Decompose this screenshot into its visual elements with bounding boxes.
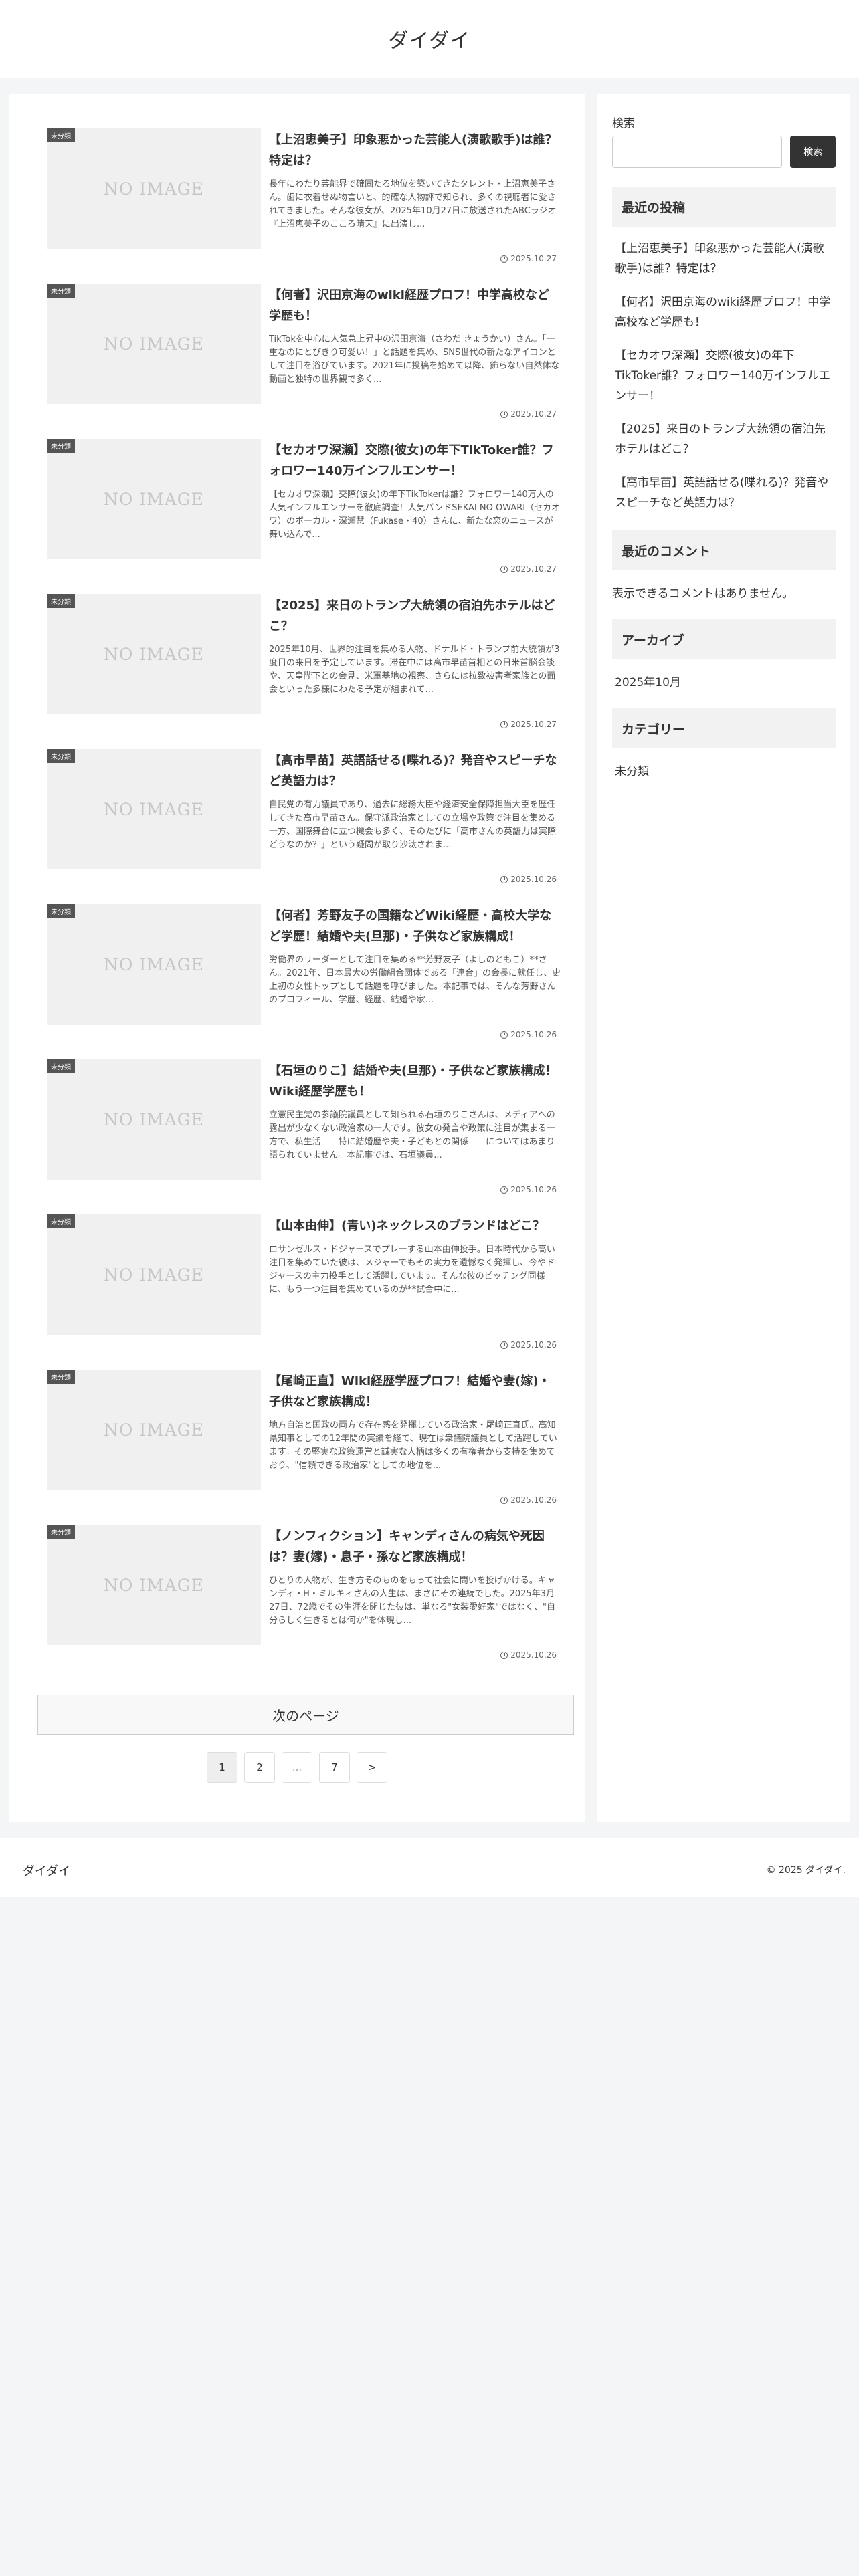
- categories-list: 未分類: [612, 762, 836, 778]
- site-title-link[interactable]: ダイダイ: [389, 24, 471, 53]
- recent-posts-title: 最近の投稿: [612, 187, 836, 227]
- category-badge: 未分類: [47, 904, 75, 918]
- archive-link[interactable]: 2025年10月: [612, 673, 836, 689]
- article-title[interactable]: 【何者】沢田京海のwiki経歴プロフ！中学高校など学歴も！: [269, 285, 561, 326]
- article-thumbnail: NO IMAGE: [47, 439, 261, 559]
- article-excerpt: ロサンゼルス・ドジャースでプレーする山本由伸投手。日本時代から高い注目を集めてい…: [269, 1245, 555, 1295]
- no-image-text: NO IMAGE: [103, 1265, 205, 1285]
- recent-post-link[interactable]: 【高市早苗】英語話せる(喋れる)？発音やスピーチなど英語力は？: [612, 470, 836, 524]
- article-title[interactable]: 【ノンフィクション】キャンディさんの病気や死因は？妻(嫁)・息子・孫など家族構成…: [269, 1526, 561, 1568]
- article-card[interactable]: NO IMAGE 未分類 【セカオワ深瀬】交際(彼女)の年下TikToker誰？…: [37, 413, 566, 574]
- category-badge: 未分類: [47, 1214, 75, 1228]
- category-badge: 未分類: [47, 1370, 75, 1384]
- category-badge: 未分類: [47, 128, 75, 142]
- no-image-text: NO IMAGE: [103, 1109, 205, 1130]
- article-excerpt: 立憲民主党の参議院議員として知られる石垣のりこさんは、メディアへの露出が少なくな…: [269, 1110, 555, 1160]
- no-image-text: NO IMAGE: [103, 644, 205, 664]
- article-date: 2025.10.26: [500, 1650, 557, 1660]
- archives-title: アーカイブ: [612, 619, 836, 659]
- search-form: 検索: [612, 136, 836, 168]
- article-card[interactable]: NO IMAGE 未分類 【山本由伸】(青い)ネックレスのブランドはどこ？ ロサ…: [37, 1189, 566, 1350]
- article-thumbnail: NO IMAGE: [47, 749, 261, 869]
- page-number-7[interactable]: 7: [319, 1752, 350, 1783]
- next-page-button[interactable]: 次のページ: [37, 1695, 574, 1735]
- no-image-text: NO IMAGE: [103, 489, 205, 509]
- category-badge: 未分類: [47, 1525, 75, 1539]
- article-card[interactable]: NO IMAGE 未分類 【上沼恵美子】印象悪かった芸能人(演歌歌手)は誰？特定…: [37, 103, 566, 263]
- no-image-text: NO IMAGE: [103, 179, 205, 199]
- article-excerpt: 労働界のリーダーとして注目を集める**芳野友子（よしのともこ）**さん。2021…: [269, 955, 561, 1005]
- article-excerpt: 地方自治と国政の両方で存在感を発揮している政治家・尾崎正直氏。高知県知事としての…: [269, 1420, 557, 1471]
- archives-list: 2025年10月: [612, 673, 836, 689]
- category-badge: 未分類: [47, 749, 75, 763]
- article-excerpt: TikTokを中心に人気急上昇中の沢田京海（さわだ きょうかい）さん。「一重なの…: [269, 334, 560, 385]
- main-content: NO IMAGE 未分類 【上沼恵美子】印象悪かった芸能人(演歌歌手)は誰？特定…: [9, 94, 585, 1822]
- article-thumbnail: NO IMAGE: [47, 594, 261, 714]
- category-badge: 未分類: [47, 284, 75, 298]
- copyright: © 2025 ダイダイ.: [766, 1865, 846, 1876]
- article-card[interactable]: NO IMAGE 未分類 【尾崎正直】Wiki経歴学歴プロフ！結婚や妻(嫁)・子…: [37, 1344, 566, 1505]
- no-image-text: NO IMAGE: [103, 1420, 205, 1440]
- article-thumbnail: NO IMAGE: [47, 284, 261, 404]
- recent-post-link[interactable]: 【上沼恵美子】印象悪かった芸能人(演歌歌手)は誰？特定は？: [612, 236, 836, 290]
- clock-icon: [500, 1651, 508, 1659]
- categories-title: カテゴリー: [612, 708, 836, 748]
- article-excerpt: 長年にわたり芸能界で確固たる地位を築いてきたタレント・上沼恵美子さん。歯に衣着せ…: [269, 179, 557, 229]
- article-card[interactable]: NO IMAGE 未分類 【何者】芳野友子の国籍などWiki経歴・高校大学など学…: [37, 879, 566, 1039]
- category-badge: 未分類: [47, 594, 75, 608]
- search-label: 検索: [612, 117, 635, 130]
- article-title[interactable]: 【2025】来日のトランプ大統領の宿泊先ホテルはどこ？: [269, 595, 561, 637]
- article-thumbnail: NO IMAGE: [47, 1214, 261, 1335]
- recent-comments-title: 最近のコメント: [612, 530, 836, 570]
- article-title[interactable]: 【山本由伸】(青い)ネックレスのブランドはどこ？: [269, 1216, 561, 1237]
- article-thumbnail: NO IMAGE: [47, 1059, 261, 1180]
- category-badge: 未分類: [47, 1059, 75, 1073]
- article-title[interactable]: 【何者】芳野友子の国籍などWiki経歴・高校大学など学歴！結婚や夫(旦那)・子供…: [269, 905, 561, 947]
- site-footer: ダイダイ © 2025 ダイダイ.: [0, 1838, 859, 1897]
- article-title[interactable]: 【セカオワ深瀬】交際(彼女)の年下TikToker誰？フォロワー140万インフル…: [269, 440, 561, 481]
- no-image-text: NO IMAGE: [103, 954, 205, 974]
- article-card[interactable]: NO IMAGE 未分類 【高市早苗】英語話せる(喋れる)？発音やスピーチなど英…: [37, 724, 566, 884]
- no-image-text: NO IMAGE: [103, 799, 205, 819]
- article-title[interactable]: 【高市早苗】英語話せる(喋れる)？発音やスピーチなど英語力は？: [269, 750, 561, 792]
- no-image-text: NO IMAGE: [103, 334, 205, 354]
- page-number-2[interactable]: 2: [244, 1752, 275, 1783]
- article-card[interactable]: NO IMAGE 未分類 【ノンフィクション】キャンディさんの病気や死因は？妻(…: [37, 1499, 566, 1660]
- article-thumbnail: NO IMAGE: [47, 128, 261, 249]
- pagination: 1 2... 7 >: [9, 1752, 585, 1783]
- search-input[interactable]: [612, 136, 783, 168]
- search-button[interactable]: 検索: [790, 136, 836, 168]
- site-header: ダイダイ: [0, 0, 859, 78]
- article-excerpt: 自民党の有力議員であり、過去に総務大臣や経済安全保障担当大臣を歴任してきた高市早…: [269, 800, 557, 850]
- article-excerpt: 【セカオワ深瀬】交際(彼女)の年下TikTokerは誰？フォロワー140万人の人…: [269, 490, 561, 540]
- article-thumbnail: NO IMAGE: [47, 1525, 261, 1645]
- article-excerpt: 2025年10月、世界的注目を集める人物、ドナルド・トランプ前大統領が3度目の来…: [269, 645, 560, 695]
- pagination-ellipsis: ...: [282, 1752, 312, 1783]
- article-card[interactable]: NO IMAGE 未分類 【2025】来日のトランプ大統領の宿泊先ホテルはどこ？…: [37, 568, 566, 729]
- article-card[interactable]: NO IMAGE 未分類 【石垣のりこ】結婚や夫(旦那)・子供など家族構成！Wi…: [37, 1034, 566, 1194]
- article-card[interactable]: NO IMAGE 未分類 【何者】沢田京海のwiki経歴プロフ！中学高校など学歴…: [37, 258, 566, 419]
- recent-post-link[interactable]: 【セカオワ深瀬】交際(彼女)の年下TikToker誰？フォロワー140万インフル…: [612, 343, 836, 417]
- article-excerpt: ひとりの人物が、生き方そのものをもって社会に問いを投げかける。キャンディ・H・ミ…: [269, 1576, 556, 1626]
- sidebar: 検索 検索 最近の投稿 【上沼恵美子】印象悪かった芸能人(演歌歌手)は誰？特定は…: [597, 94, 850, 1822]
- page-number-1: 1: [207, 1752, 237, 1783]
- no-image-text: NO IMAGE: [103, 1575, 205, 1595]
- article-date-text: 2025.10.26: [510, 1650, 557, 1660]
- recent-comments-empty: 表示できるコメントはありません。: [612, 587, 794, 601]
- article-title[interactable]: 【尾崎正直】Wiki経歴学歴プロフ！結婚や妻(嫁)・子供など家族構成！: [269, 1371, 561, 1412]
- next-page-arrow[interactable]: >: [357, 1752, 387, 1783]
- category-link[interactable]: 未分類: [612, 762, 836, 778]
- article-title[interactable]: 【上沼恵美子】印象悪かった芸能人(演歌歌手)は誰？特定は？: [269, 130, 561, 171]
- article-thumbnail: NO IMAGE: [47, 904, 261, 1025]
- category-badge: 未分類: [47, 439, 75, 453]
- recent-post-link[interactable]: 【何者】沢田京海のwiki経歴プロフ！中学高校など学歴も！: [612, 290, 836, 343]
- recent-posts-list: 【上沼恵美子】印象悪かった芸能人(演歌歌手)は誰？特定は？ 【何者】沢田京海のwi…: [612, 236, 836, 524]
- article-thumbnail: NO IMAGE: [47, 1370, 261, 1490]
- article-title[interactable]: 【石垣のりこ】結婚や夫(旦那)・子供など家族構成！Wiki経歴学歴も！: [269, 1061, 561, 1102]
- footer-logo-link[interactable]: ダイダイ: [23, 1862, 70, 1879]
- recent-post-link[interactable]: 【2025】来日のトランプ大統領の宿泊先ホテルはどこ？: [612, 417, 836, 470]
